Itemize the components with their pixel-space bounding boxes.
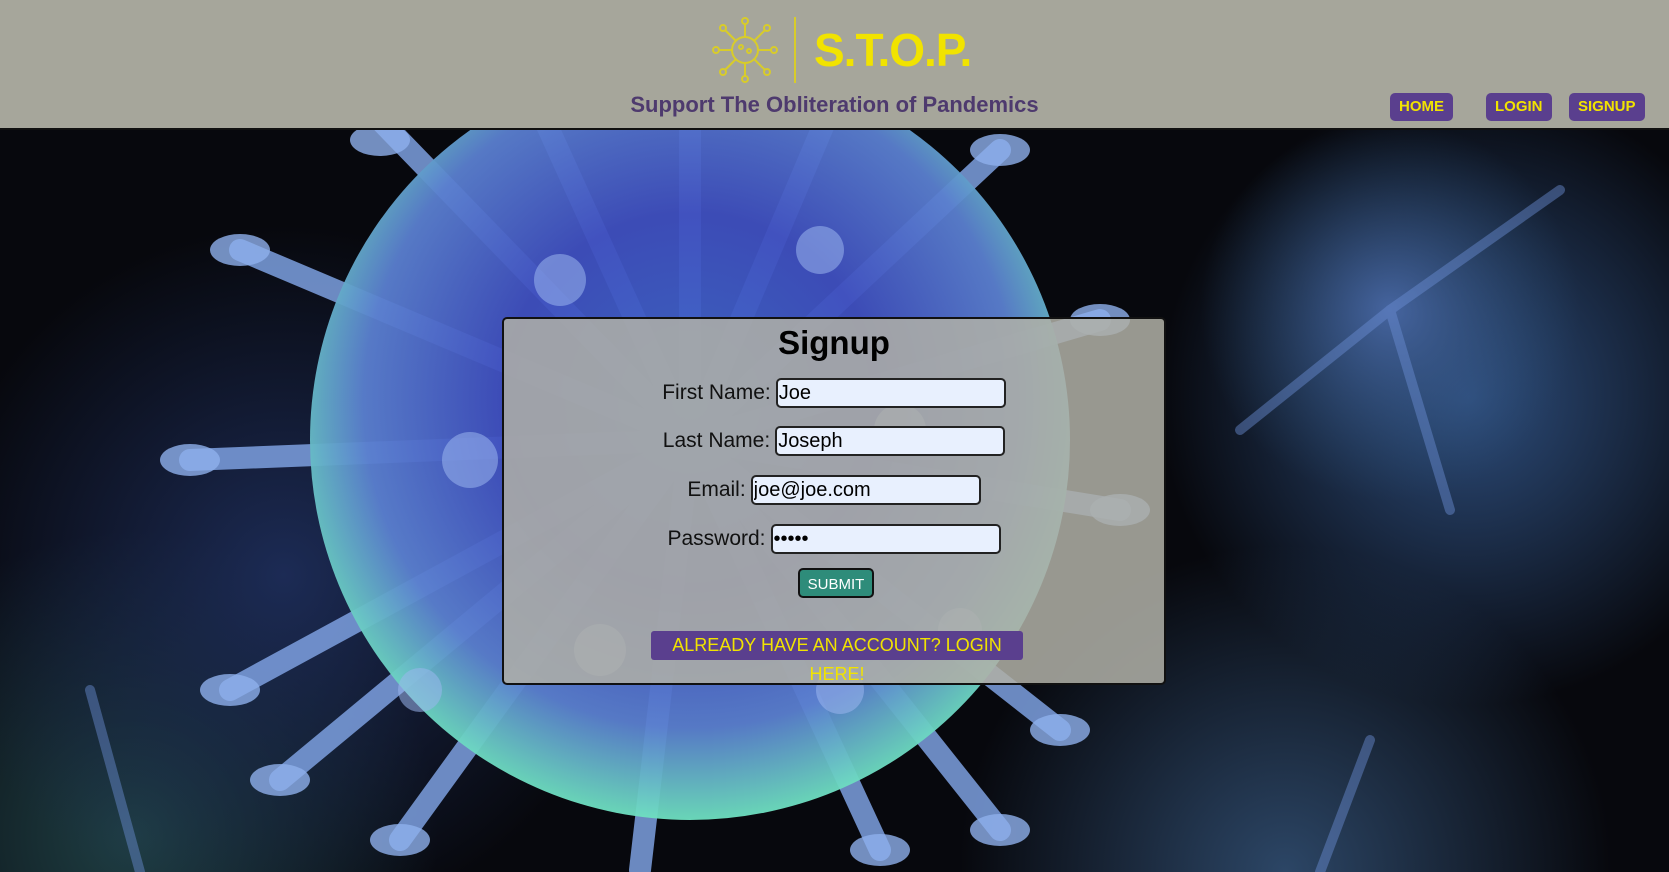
nav-signup-button[interactable]: SIGNUP xyxy=(1569,93,1645,121)
signup-card: Signup First Name: Last Name: Email: Pas… xyxy=(502,317,1166,685)
last-name-row: Last Name: xyxy=(504,426,1164,456)
hero-background: Signup First Name: Last Name: Email: Pas… xyxy=(0,130,1669,872)
last-name-label: Last Name: xyxy=(662,429,771,452)
email-label: Email: xyxy=(687,478,746,501)
nav-home-button[interactable]: HOME xyxy=(1390,93,1453,121)
first-name-input[interactable] xyxy=(775,378,1006,408)
brand-divider xyxy=(794,17,796,83)
password-label: Password: xyxy=(667,527,766,550)
email-input[interactable] xyxy=(750,475,981,505)
password-input[interactable] xyxy=(770,524,1001,554)
signup-title: Signup xyxy=(778,324,890,361)
login-here-link[interactable]: ALREADY HAVE AN ACCOUNT? LOGIN HERE! xyxy=(651,631,1023,684)
site-header: S.T.O.P. Support The Obliteration of Pan… xyxy=(0,0,1669,130)
nav-login-button[interactable]: LOGIN xyxy=(1486,93,1552,121)
first-name-label: First Name: xyxy=(662,381,771,404)
virus-icon xyxy=(712,17,778,83)
submit-button[interactable]: SUBMIT xyxy=(798,568,874,598)
brand-name: S.T.O.P. xyxy=(814,24,972,76)
password-row: Password: xyxy=(504,524,1164,554)
first-name-row: First Name: xyxy=(504,378,1164,408)
brand[interactable]: S.T.O.P. xyxy=(710,16,972,84)
last-name-input[interactable] xyxy=(775,426,1006,456)
email-row: Email: xyxy=(504,475,1164,505)
